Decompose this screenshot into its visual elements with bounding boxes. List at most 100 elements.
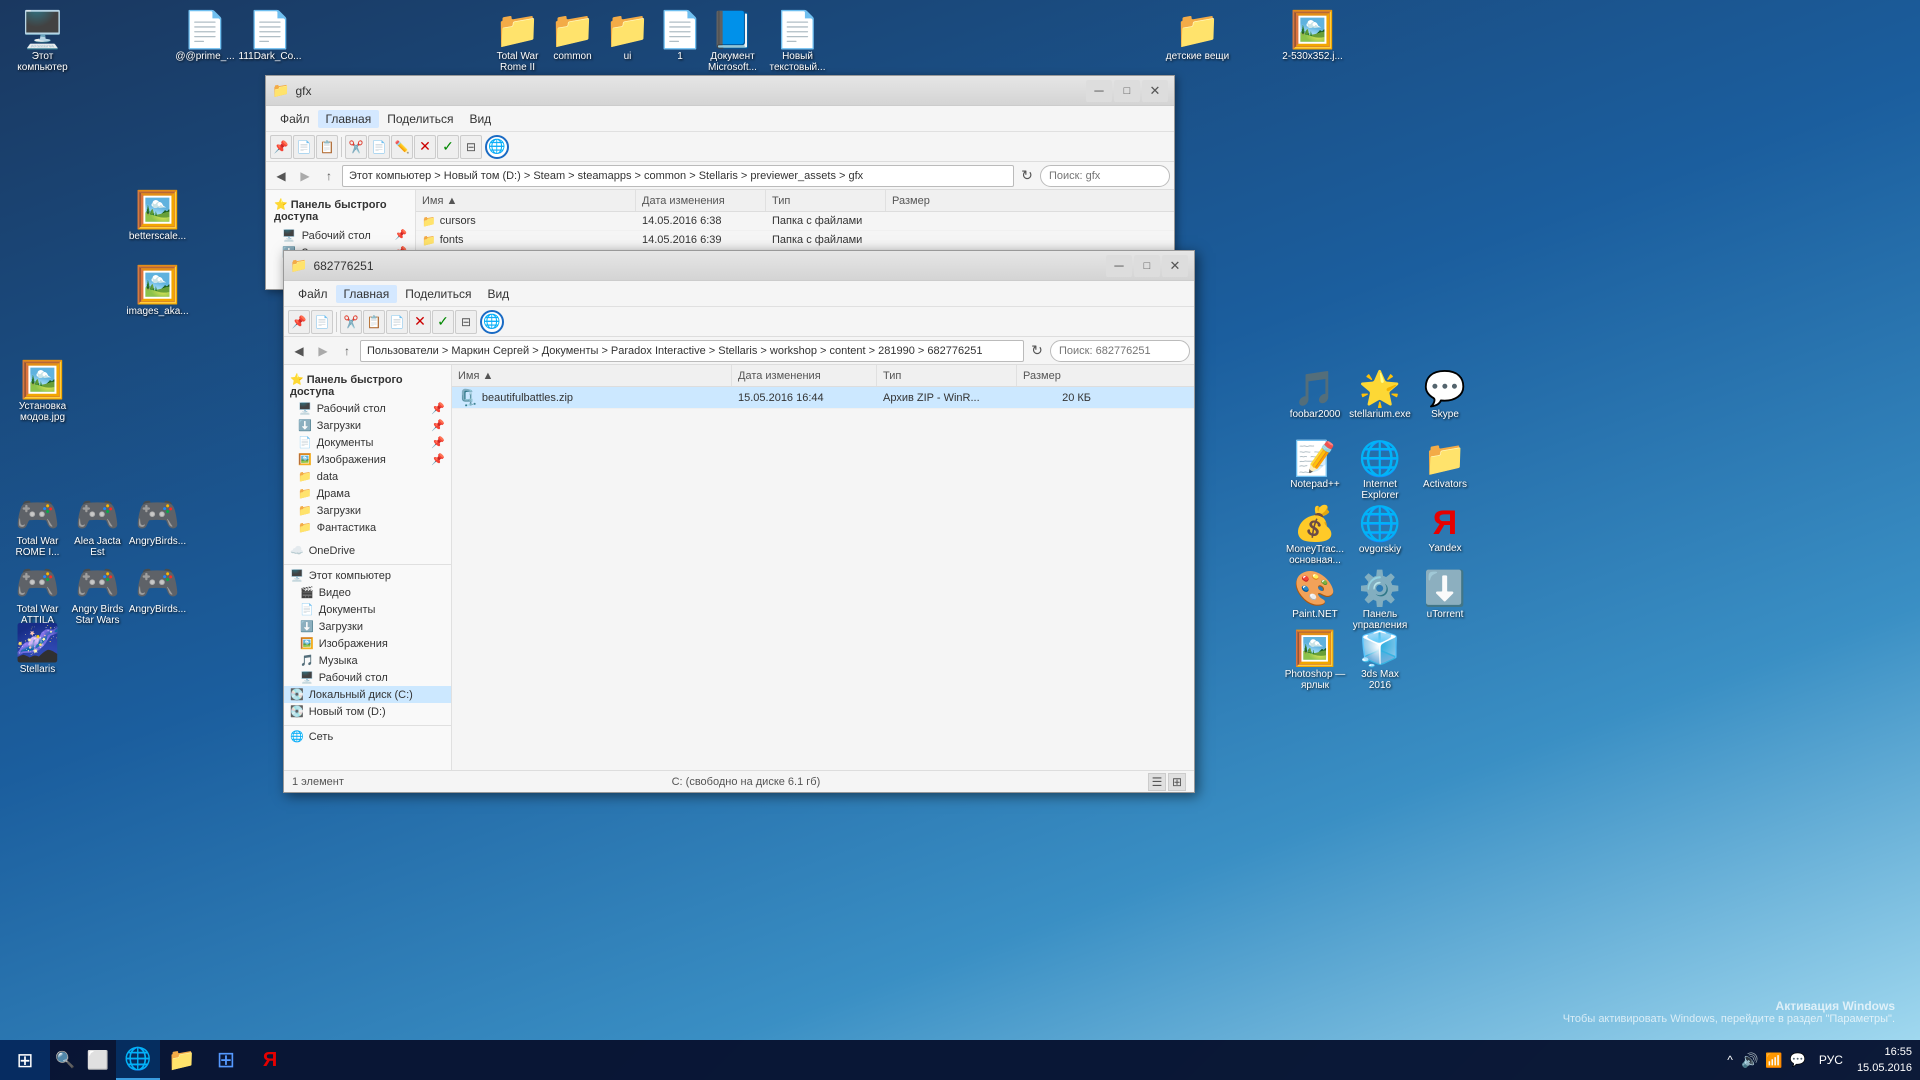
window1-close[interactable]: ✕ — [1142, 80, 1168, 102]
view-list[interactable]: ☰ — [1148, 773, 1166, 791]
taskbar-explorer[interactable]: 📁 — [160, 1040, 204, 1080]
sidebar2-music[interactable]: 🎵Музыка — [284, 652, 451, 669]
sidebar2-localc[interactable]: 💽Локальный диск (C:) — [284, 686, 451, 703]
desktop-icon-totalwar-rome[interactable]: 🎮 Total War ROME I... — [5, 490, 70, 562]
sidebar2-dl2[interactable]: ⬇️Загрузки — [284, 618, 451, 635]
toolbar2-btn-cut[interactable]: ✂️ — [340, 310, 362, 334]
sidebar2-img2[interactable]: 🖼️Изображения — [284, 635, 451, 652]
toolbar2-btn-2[interactable]: 📄 — [311, 310, 333, 334]
desktop-icon-images-aka[interactable]: 🖼️ images_aka... — [120, 260, 195, 321]
language-indicator[interactable]: РУС — [1813, 1053, 1849, 1067]
desktop-icon-img530[interactable]: 🖼️ 2-530x352.j... — [1275, 5, 1350, 66]
toolbar2-btn-paste[interactable]: 📄 — [386, 310, 408, 334]
col-size-header-2[interactable]: Размер — [1017, 365, 1097, 386]
nav-refresh-2[interactable]: ↻ — [1026, 340, 1048, 362]
desktop-icon-angrybirds1[interactable]: 🎮 AngryBirds... — [125, 490, 190, 551]
view-tile[interactable]: ⊞ — [1168, 773, 1186, 791]
taskbar-store[interactable]: ⊞ — [204, 1040, 248, 1080]
sidebar2-docs2[interactable]: 📄Документы — [284, 601, 451, 618]
sidebar2-drama[interactable]: 📁Драма — [284, 485, 451, 502]
col-name-header-1[interactable]: Имя ▲ — [416, 190, 636, 211]
col-date-header-2[interactable]: Дата изменения — [732, 365, 877, 386]
desktop-icon-detskie[interactable]: 📁 детские вещи — [1160, 5, 1235, 66]
desktop-icon-photoshop[interactable]: 🖼️ Photoshop — ярлык — [1280, 625, 1350, 695]
window2-maximize[interactable]: □ — [1134, 255, 1160, 277]
sidebar2-locald[interactable]: 💽Новый том (D:) — [284, 703, 451, 720]
desktop-icon-activators[interactable]: 📁 Activators — [1410, 435, 1480, 494]
systray-volume[interactable]: 🔊 — [1739, 1049, 1761, 1071]
toolbar2-btn-globe[interactable]: 🌐 — [480, 310, 504, 334]
file-row-fonts[interactable]: 📁fonts 14.05.2016 6:39 Папка с файлами — [416, 231, 1174, 250]
nav-back-1[interactable]: ◀ — [270, 165, 292, 187]
desktop-icon-stellaris[interactable]: 🌌 Stellaris — [5, 618, 70, 679]
toolbar-btn-check[interactable]: ✓ — [437, 135, 459, 159]
desktop-icon-moneytrac[interactable]: 💰 MoneyTrac... основная... — [1280, 500, 1350, 570]
nav-forward-1[interactable]: ▶ — [294, 165, 316, 187]
desktop-icon-alea[interactable]: 🎮 Alea Jacta Est — [65, 490, 130, 562]
menu-view-1[interactable]: Вид — [461, 110, 499, 128]
sidebar2-desktop2[interactable]: 🖥️Рабочий стол — [284, 669, 451, 686]
sidebar2-video[interactable]: 🎬Видео — [284, 584, 451, 601]
toolbar-btn-cut[interactable]: ✂️ — [345, 135, 367, 159]
toolbar2-btn-check[interactable]: ✓ — [432, 310, 454, 334]
desktop-icon-angrybirds2[interactable]: 🎮 AngryBirds... — [125, 558, 190, 619]
desktop-icon-prime[interactable]: 📄 @@prime_... — [170, 5, 240, 66]
sidebar2-images[interactable]: 🖼️Изображения📌 — [284, 451, 451, 468]
sidebar2-desktop[interactable]: 🖥️Рабочий стол📌 — [284, 400, 451, 417]
desktop-icon-foobar[interactable]: 🎵 foobar2000 — [1280, 365, 1350, 424]
file-row-beautifulbattles[interactable]: 🗜️beautifulbattles.zip 15.05.2016 16:44 … — [452, 387, 1194, 409]
toolbar2-btn-1[interactable]: 📌 — [288, 310, 310, 334]
desktop-icon-angrybirds-sw[interactable]: 🎮 Angry Birds Star Wars — [65, 558, 130, 630]
desktop-icon-yandex[interactable]: Я Yandex — [1410, 500, 1480, 558]
taskbar-clock[interactable]: 16:55 15.05.2016 — [1849, 1044, 1920, 1077]
toolbar-btn-new[interactable]: 📄 — [293, 135, 315, 159]
nav-up-2[interactable]: ↑ — [336, 340, 358, 362]
sidebar2-downloads[interactable]: ⬇️Загрузки📌 — [284, 417, 451, 434]
toolbar-btn-properties[interactable]: ⊟ — [460, 135, 482, 159]
menu-home-2[interactable]: Главная — [336, 285, 398, 303]
col-name-header-2[interactable]: Имя ▲ — [452, 365, 732, 386]
window1-minimize[interactable]: ─ — [1086, 80, 1112, 102]
desktop-icon-stellarium[interactable]: 🌟 stellarium.exe — [1345, 365, 1415, 424]
sidebar2-documents[interactable]: 📄Документы📌 — [284, 434, 451, 451]
search-box-2[interactable] — [1050, 340, 1190, 362]
task-view-btn[interactable]: ⬜ — [80, 1042, 116, 1078]
nav-back-2[interactable]: ◀ — [288, 340, 310, 362]
menu-home-1[interactable]: Главная — [318, 110, 380, 128]
toolbar2-btn-delete[interactable]: ✕ — [409, 310, 431, 334]
window2-close[interactable]: ✕ — [1162, 255, 1188, 277]
col-type-header-1[interactable]: Тип — [766, 190, 886, 211]
desktop-icon-computer[interactable]: 🖥️ Этот компьютер — [5, 5, 80, 77]
menu-share-1[interactable]: Поделиться — [379, 110, 461, 128]
menu-view-2[interactable]: Вид — [479, 285, 517, 303]
desktop-icon-betterscale[interactable]: 🖼️ betterscale... — [120, 185, 195, 246]
desktop-icon-skype[interactable]: 💬 Skype — [1410, 365, 1480, 424]
toolbar2-btn-copy[interactable]: 📋 — [363, 310, 385, 334]
desktop-icon-paintnet[interactable]: 🎨 Paint.NET — [1280, 565, 1350, 624]
taskbar-yandex[interactable]: Я — [248, 1040, 292, 1080]
toolbar-btn-copy[interactable]: 📋 — [316, 135, 338, 159]
sidebar2-thispc[interactable]: 🖥️Этот компьютер — [284, 567, 451, 584]
nav-up-1[interactable]: ↑ — [318, 165, 340, 187]
desktop-icon-notepadpp[interactable]: 📝 Notepad++ — [1280, 435, 1350, 494]
toolbar-btn-quick-access[interactable]: 📌 — [270, 135, 292, 159]
desktop-icon-newtext[interactable]: 📄 Новый текстовый... — [760, 5, 835, 77]
desktop-icon-worddoc[interactable]: 📘 Документ Microsoft... — [695, 5, 770, 77]
nav-refresh-1[interactable]: ↻ — [1016, 165, 1038, 187]
address-box-2[interactable]: Пользователи > Маркин Сергей > Документы… — [360, 340, 1024, 362]
systray-action[interactable]: 💬 — [1787, 1049, 1809, 1071]
systray-show-hidden[interactable]: ^ — [1723, 1053, 1737, 1067]
start-button[interactable]: ⊞ — [0, 1040, 50, 1080]
desktop-icon-setup-mod[interactable]: 🖼️ Установка модов.jpg — [5, 355, 80, 427]
sidebar2-fantastika[interactable]: 📁Фантастика — [284, 519, 451, 536]
col-date-header-1[interactable]: Дата изменения — [636, 190, 766, 211]
desktop-icon-ui[interactable]: 📁 ui — [600, 5, 655, 66]
menu-file-1[interactable]: Файл — [272, 110, 318, 128]
desktop-icon-3dsmax[interactable]: 🧊 3ds Max 2016 — [1345, 625, 1415, 695]
toolbar-btn-paste[interactable]: 📄 — [368, 135, 390, 159]
menu-share-2[interactable]: Поделиться — [397, 285, 479, 303]
address-box-1[interactable]: Этот компьютер > Новый том (D:) > Steam … — [342, 165, 1014, 187]
nav-forward-2[interactable]: ▶ — [312, 340, 334, 362]
desktop-icon-utorrent[interactable]: ⬇️ uTorrent — [1410, 565, 1480, 624]
sidebar2-downloads2[interactable]: 📁Загрузки — [284, 502, 451, 519]
